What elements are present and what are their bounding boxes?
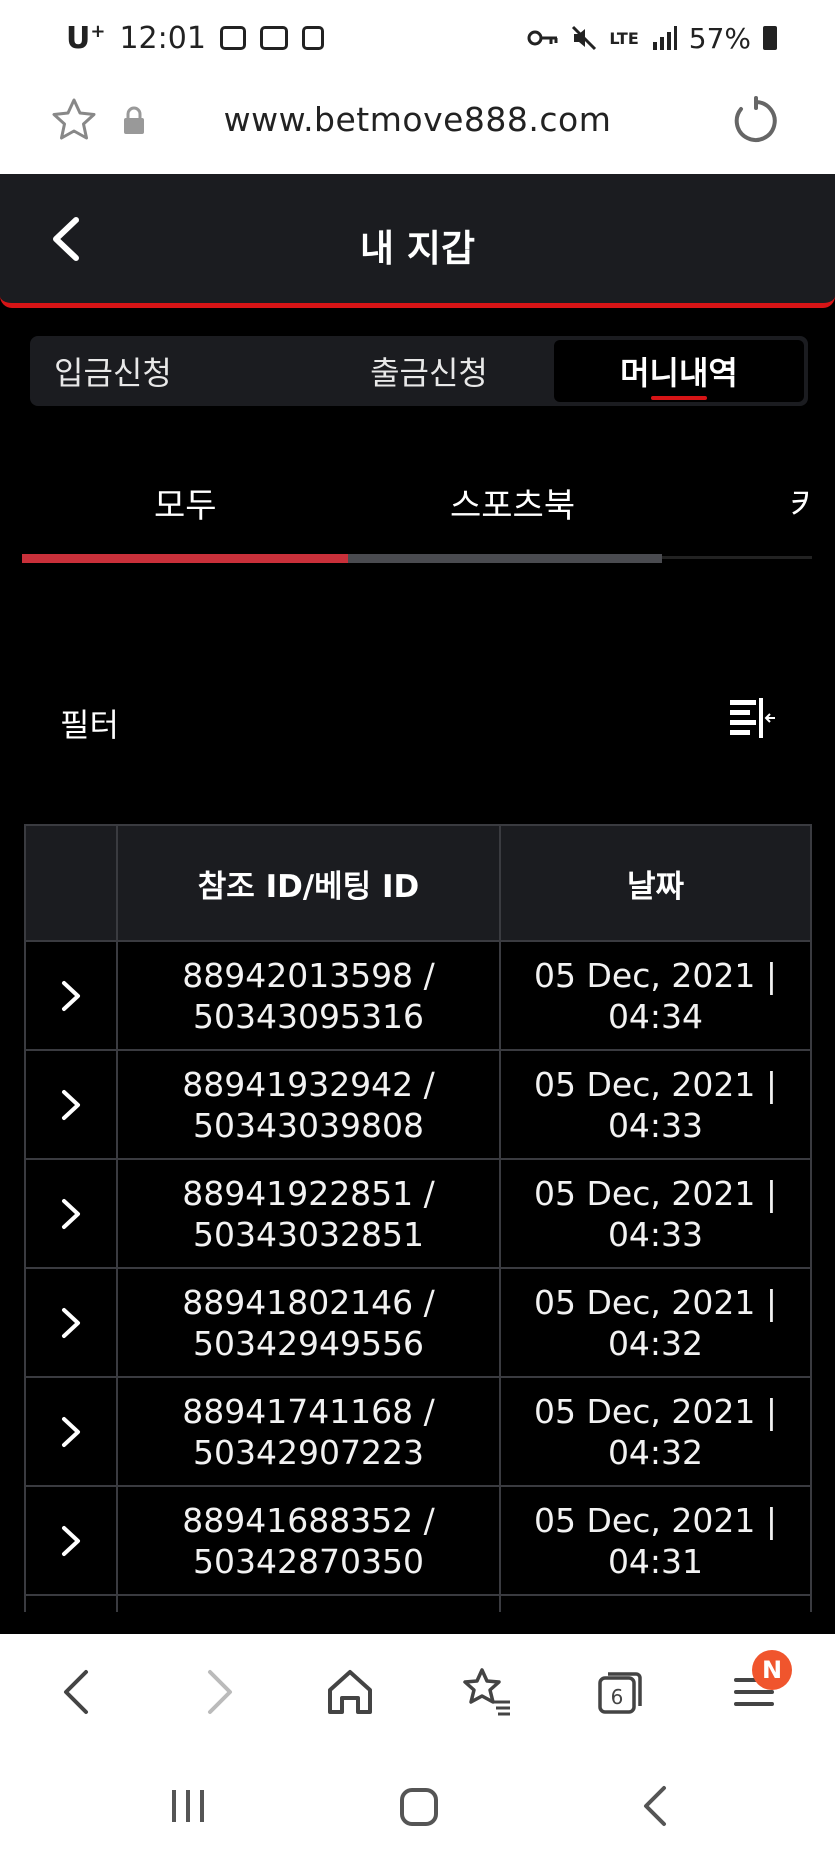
address-bar: www.betmove888.com	[0, 76, 835, 174]
table-row[interactable]: 88941688352 /50342870350 05 Dec, 2021 | 0…	[26, 1487, 810, 1596]
table-header: 참조 ID/베팅 ID 날짜	[26, 824, 810, 942]
network-label: LTE	[609, 28, 639, 48]
header-date: 날짜	[626, 868, 685, 905]
app-header: 내 지갑	[0, 174, 835, 308]
ref-id-cell: 88941688352 /50342870350	[118, 1487, 501, 1594]
browser-forward-icon[interactable]	[190, 1664, 246, 1720]
mute-icon	[572, 25, 597, 51]
expand-row-button[interactable]	[26, 1487, 118, 1594]
app-icon	[301, 26, 324, 50]
chevron-right-icon	[62, 1198, 80, 1229]
system-nav-bar	[0, 1750, 835, 1856]
battery-percent: 57%	[688, 21, 751, 55]
table-row[interactable]: 88941741168 /50342907223 05 Dec, 2021 | 0…	[26, 1378, 810, 1487]
sub-tab-all[interactable]: 모두	[154, 478, 217, 527]
url-text[interactable]: www.betmove888.com	[0, 100, 835, 139]
key-icon	[527, 30, 558, 46]
date-cell: 05 Dec, 2021 | 04:32	[534, 1391, 777, 1472]
ref-id-cell: 88941741168 /50342907223	[118, 1378, 501, 1485]
bookmarks-icon[interactable]	[458, 1664, 514, 1720]
tabs-icon[interactable]: 6	[592, 1664, 648, 1720]
date-cell: 05 Dec, 2021 | 04:33	[534, 1064, 777, 1145]
expand-row-button[interactable]	[26, 1378, 118, 1485]
status-bar: U+ 12:01 LTE 57%	[0, 0, 835, 76]
sub-tab-sportsbook[interactable]: 스포츠북	[450, 478, 575, 527]
money-history-table: 참조 ID/베팅 ID 날짜 88942013598 /50343095316 …	[24, 824, 812, 1612]
system-back-icon[interactable]	[640, 1784, 670, 1828]
ref-id-cell: 88942013598 /50343095316	[118, 942, 501, 1049]
table-row[interactable]: 88941802146 /50342949556 05 Dec, 2021 | 0…	[26, 1269, 810, 1378]
date-cell: 05 Dec, 2021 | 04:34	[534, 955, 777, 1036]
signal-icon	[652, 26, 677, 50]
reload-icon[interactable]	[731, 96, 781, 146]
table-row-partial[interactable]	[26, 1596, 810, 1612]
table-row[interactable]: 88941932942 /50343039808 05 Dec, 2021 | 0…	[26, 1051, 810, 1160]
page-title: 내 지갑	[359, 227, 475, 270]
chevron-right-icon	[62, 1416, 80, 1447]
table-row[interactable]: 88942013598 /50343095316 05 Dec, 2021 | 0…	[26, 942, 810, 1051]
chevron-right-icon	[62, 980, 80, 1011]
expand-row-button[interactable]	[26, 1160, 118, 1267]
expand-row-button[interactable]	[26, 942, 118, 1049]
battery-icon	[763, 26, 777, 50]
filter-toggle-icon[interactable]	[728, 698, 776, 740]
tab-count: 6	[611, 1685, 624, 1709]
date-cell: 05 Dec, 2021 | 04:33	[534, 1173, 777, 1254]
tab-deposit[interactable]: 입금신청	[30, 340, 304, 402]
browser-bottom-nav: 6	[0, 1634, 835, 1750]
chevron-right-icon	[62, 1089, 80, 1120]
recent-apps-icon[interactable]	[168, 1788, 208, 1824]
chevron-right-icon	[62, 1525, 80, 1556]
sub-tab-casino[interactable]: 키	[790, 478, 812, 527]
table-row[interactable]: 88941922851 /50343032851 05 Dec, 2021 | 0…	[26, 1160, 810, 1269]
filter-label: 필터	[60, 706, 119, 744]
menu-badge: N	[752, 1650, 792, 1690]
ref-id-cell: 88941802146 /50342949556	[118, 1269, 501, 1376]
ref-id-cell: 88941922851 /50343032851	[118, 1160, 501, 1267]
cassette-icon	[259, 26, 288, 50]
chevron-right-icon	[62, 1307, 80, 1338]
date-cell: 05 Dec, 2021 | 04:32	[534, 1282, 777, 1363]
video-icon	[219, 26, 246, 50]
date-cell: 05 Dec, 2021 | 04:31	[534, 1500, 777, 1581]
header-expand	[26, 826, 118, 940]
tab-money-history[interactable]: 머니내역	[554, 340, 804, 402]
sub-tab-active-indicator	[22, 554, 348, 563]
active-tab-underline	[651, 396, 707, 400]
tab-withdraw[interactable]: 출금신청	[304, 340, 554, 402]
expand-row-button[interactable]	[26, 1269, 118, 1376]
system-home-icon[interactable]	[398, 1786, 440, 1828]
home-icon[interactable]	[322, 1664, 378, 1720]
header-ref-id: 참조 ID/베팅 ID	[118, 826, 501, 940]
sub-tabs: 모두 스포츠북 키	[22, 470, 812, 570]
status-time: 12:01	[119, 20, 206, 56]
ref-id-cell: 88941932942 /50343039808	[118, 1051, 501, 1158]
browser-back-icon[interactable]	[50, 1664, 106, 1720]
carrier-label: U+	[66, 20, 106, 56]
wallet-tabs: 입금신청 출금신청 머니내역	[30, 336, 808, 406]
expand-row-button[interactable]	[26, 1051, 118, 1158]
